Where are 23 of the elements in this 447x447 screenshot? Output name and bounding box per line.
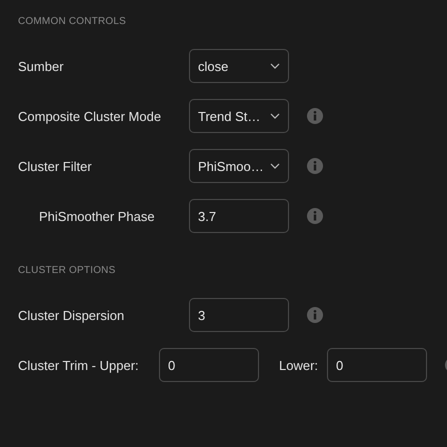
field-label: Cluster Dispersion — [18, 308, 126, 322]
info-icon[interactable] — [307, 108, 323, 124]
field-label: Composite Cluster Mode — [18, 108, 162, 124]
dropdown[interactable]: close — [189, 49, 289, 83]
input-field[interactable]: 3 — [189, 298, 289, 332]
chevron-down-icon — [270, 163, 280, 169]
section-heading: COMMON CONTROLS — [18, 16, 127, 27]
field-label: PhiSmoother Phase — [39, 208, 156, 224]
info-icon[interactable] — [307, 158, 323, 174]
section-heading: CLUSTER OPTIONS — [18, 265, 116, 276]
chevron-down-icon — [270, 63, 280, 69]
info-icon[interactable] — [307, 307, 323, 323]
dropdown[interactable]: Trend St… — [189, 99, 289, 133]
chevron-down-icon — [270, 113, 280, 119]
info-icon[interactable] — [307, 208, 323, 224]
field-label: Lower: — [279, 358, 318, 372]
field-label: Cluster Filter — [18, 158, 93, 174]
field-label: Cluster Trim - Upper: — [18, 358, 140, 372]
input-field[interactable]: 0 — [159, 348, 259, 382]
input-field[interactable]: 0 — [327, 348, 428, 382]
dropdown[interactable]: PhiSmoo… — [189, 149, 289, 183]
field-label: Sumber — [18, 58, 65, 74]
input-field[interactable]: 3.7 — [189, 199, 289, 233]
